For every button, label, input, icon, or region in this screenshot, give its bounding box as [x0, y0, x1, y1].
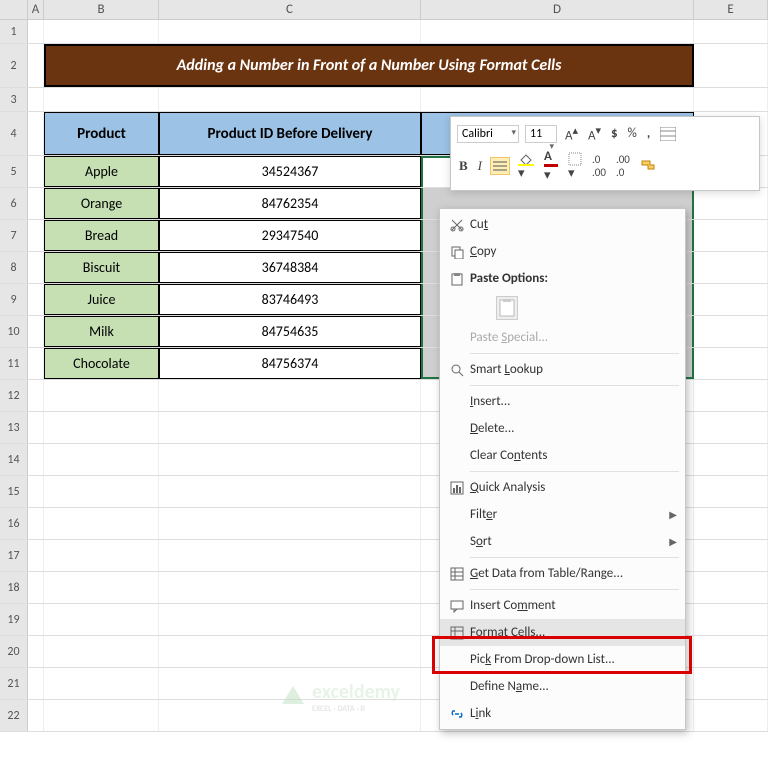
row-header[interactable]: 14 [0, 444, 28, 475]
cell-product[interactable]: Apple [44, 156, 159, 187]
col-header-c[interactable]: C [159, 0, 421, 19]
cell-pid[interactable]: 84756374 [159, 348, 421, 379]
cell-pid[interactable]: 84754635 [159, 316, 421, 347]
cell-product[interactable]: Orange [44, 188, 159, 219]
row-header[interactable]: 2 [0, 44, 28, 87]
row-header[interactable]: 20 [0, 636, 28, 667]
table-icon [444, 567, 470, 581]
row-header[interactable]: 15 [0, 476, 28, 507]
col-header-b[interactable]: B [44, 0, 159, 19]
cell-pid[interactable]: 29347540 [159, 220, 421, 251]
cell-product[interactable]: Chocolate [44, 348, 159, 379]
menu-copy[interactable]: Copy [440, 238, 685, 265]
header-product[interactable]: Product [44, 112, 159, 155]
row-header[interactable]: 13 [0, 412, 28, 443]
italic-button[interactable]: I [476, 157, 484, 175]
table-format-icon[interactable] [658, 126, 678, 142]
menu-paste-special: Paste Special... [440, 324, 685, 351]
cell-pid[interactable]: 34524367 [159, 156, 421, 187]
font-select[interactable]: Calibri [457, 125, 519, 143]
chevron-right-icon: ▶ [669, 508, 677, 521]
row-header[interactable]: 16 [0, 508, 28, 539]
menu-quick-analysis[interactable]: Quick Analysis [440, 474, 685, 501]
row-header[interactable]: 11 [0, 348, 28, 379]
row-header[interactable]: 22 [0, 700, 28, 731]
row-header[interactable]: 18 [0, 572, 28, 603]
column-headers: A B C D E [0, 0, 768, 20]
cell-pid[interactable]: 83746493 [159, 284, 421, 315]
fill-color-icon[interactable]: ▾ [516, 151, 536, 182]
increase-font-icon[interactable]: A▴ [563, 123, 580, 144]
menu-filter[interactable]: Filter▶ [440, 501, 685, 528]
copy-icon [444, 245, 470, 259]
borders-icon[interactable]: ▾ [566, 151, 584, 182]
row-header[interactable]: 21 [0, 668, 28, 699]
chevron-right-icon: ▶ [669, 535, 677, 548]
menu-sort[interactable]: Sort▶ [440, 528, 685, 555]
row-header[interactable]: 12 [0, 380, 28, 411]
row-header[interactable]: 4 [0, 112, 28, 155]
menu-insert-comment[interactable]: Insert Comment [440, 592, 685, 619]
row-header[interactable]: 19 [0, 604, 28, 635]
size-select[interactable]: 11 [525, 125, 557, 143]
comment-icon [444, 599, 470, 613]
cell-product[interactable]: Biscuit [44, 252, 159, 283]
align-icon[interactable] [490, 157, 510, 175]
quick-analysis-icon [444, 481, 470, 495]
percent-icon[interactable]: % [626, 125, 639, 142]
menu-get-data[interactable]: Get Data from Table/Range... [440, 560, 685, 587]
row-header[interactable]: 7 [0, 220, 28, 251]
menu-format-cells[interactable]: Format Cells... [440, 619, 685, 646]
row-header[interactable]: 1 [0, 20, 28, 43]
col-header-d[interactable]: D [421, 0, 694, 19]
comma-icon[interactable]: , [645, 125, 652, 142]
title-cell[interactable]: Adding a Number in Front of a Number Usi… [44, 44, 694, 87]
link-icon [444, 707, 470, 721]
col-header-e[interactable]: E [694, 0, 768, 19]
menu-insert[interactable]: Insert... [440, 388, 685, 415]
cell-pid[interactable]: 84762354 [159, 188, 421, 219]
format-cells-icon [444, 626, 470, 640]
row-header[interactable]: 9 [0, 284, 28, 315]
row-header[interactable]: 5 [0, 156, 28, 187]
context-menu: Cut Copy Paste Options: Paste Special...… [439, 208, 686, 730]
paste-option-button[interactable] [496, 296, 518, 320]
header-pid[interactable]: Product ID Before Delivery [159, 112, 421, 155]
cell-product[interactable]: Juice [44, 284, 159, 315]
format-painter-icon[interactable] [638, 158, 658, 174]
decrease-decimal-icon[interactable]: .00.0 [614, 152, 632, 180]
mini-toolbar: Calibri 11 A▴ A▾ $ % , B I ▾ A▾ ▾ .0.00 … [450, 116, 760, 191]
cell-pid[interactable]: 36748384 [159, 252, 421, 283]
menu-paste-options: Paste Options: [440, 265, 685, 292]
menu-clear[interactable]: Clear Contents [440, 442, 685, 469]
row-header[interactable]: 8 [0, 252, 28, 283]
menu-link[interactable]: Link [440, 700, 685, 727]
cell-product[interactable]: Bread [44, 220, 159, 251]
select-all-corner[interactable] [0, 0, 28, 19]
bold-button[interactable]: B [457, 157, 470, 175]
row-header[interactable]: 6 [0, 188, 28, 219]
menu-cut[interactable]: Cut [440, 211, 685, 238]
font-color-icon[interactable]: A▾ [542, 148, 560, 184]
menu-delete[interactable]: Delete... [440, 415, 685, 442]
menu-pick-list[interactable]: Pick From Drop-down List... [440, 646, 685, 673]
cut-icon [444, 218, 470, 232]
paste-icon [444, 272, 470, 286]
row-header[interactable]: 10 [0, 316, 28, 347]
row-header[interactable]: 3 [0, 88, 28, 111]
decrease-font-icon[interactable]: A▾ [586, 123, 603, 144]
menu-smart-lookup[interactable]: Smart Lookup [440, 356, 685, 383]
currency-icon[interactable]: $ [609, 125, 620, 142]
cell-product[interactable]: Milk [44, 316, 159, 347]
menu-define-name[interactable]: Define Name... [440, 673, 685, 700]
increase-decimal-icon[interactable]: .0.00 [590, 152, 608, 180]
row-header[interactable]: 17 [0, 540, 28, 571]
col-header-a[interactable]: A [28, 0, 44, 19]
search-icon [444, 363, 470, 377]
